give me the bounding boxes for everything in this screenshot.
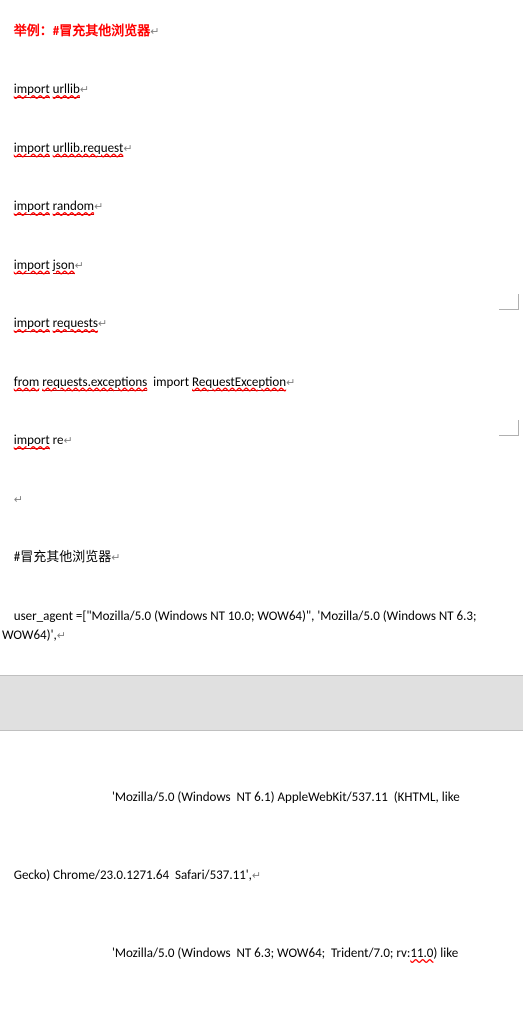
import-keyword: import [14,258,50,274]
import-keyword: import [14,141,50,157]
para-mark: ↵ [123,142,132,155]
module-name: json [53,258,75,274]
ua-text-2b: Gecko) Chrome/23.0.1271.64 Safari/537.11… [14,868,252,883]
module-name: requests [53,316,98,332]
para-mark: ↵ [94,200,103,213]
import-keyword: import [14,316,50,332]
page-corner-marker [499,420,519,436]
para-mark: ↵ [57,629,66,642]
para-mark: ↵ [64,434,73,447]
import-line-5: import requests↵ [0,295,523,354]
from-import-line: from requests.exceptions import RequestE… [0,353,523,412]
import-line-4: import json↵ [0,236,523,295]
import-line-3: import random↵ [0,178,523,237]
para-mark: ↵ [14,493,23,506]
module-name: random [53,199,94,215]
ua-text-2a: 'Mozilla/5.0 (Windows NT 6.1) AppleWebKi… [2,788,521,808]
example-title: 举例：#冒充其他浏览器↵ [0,2,523,61]
import-re-line: import re↵ [0,412,523,471]
user-agent-line-3: 'Mozilla/5.0 (Windows NT 6.3; WOW64; Tri… [0,905,523,1003]
from-keyword: from [14,375,40,391]
import-keyword: import [14,199,50,215]
user-agent-line-1: user_agent =["Mozilla/5.0 (Windows NT 10… [0,587,523,665]
para-mark: ↵ [80,83,89,96]
para-mark: ↵ [252,869,261,882]
ua-text-3a-wrap: 'Mozilla/5.0 (Windows NT 6.3; WOW64; Tri… [2,944,521,964]
page-corner-marker [499,294,519,310]
document-page-2: 'Mozilla/5.0 (Windows NT 6.1) AppleWebKi… [0,749,523,1012]
ua-text-3a-post: ) like [433,946,458,961]
ua-text-1: user_agent =["Mozilla/5.0 (Windows NT 10… [2,609,479,644]
package-name: requests.exceptions [42,375,147,391]
title-text: 举例：#冒充其他浏览器 [14,24,150,39]
import-keyword: import [14,82,50,98]
para-mark: ↵ [111,551,120,564]
para-mark: ↵ [286,376,295,389]
document-page-1: 举例：#冒充其他浏览器↵ import urllib↵ import urlli… [0,0,523,665]
para-mark: ↵ [75,259,84,272]
blank-line: ↵ [0,470,523,529]
comment-line: #冒充其他浏览器↵ [0,529,523,588]
module-name: urllib [53,82,80,98]
para-mark: ↵ [150,25,159,38]
import-line-2: import urllib.request↵ [0,119,523,178]
user-agent-line-2b: Gecko) Chrome/23.0.1271.64 Safari/537.11… [0,847,523,906]
module-name: urllib.request [53,141,124,157]
module-re: re [53,433,64,448]
exception-name: RequestException [192,375,286,391]
user-agent-line-3b: Gecko',↵ [0,1003,523,1012]
comment-text: #冒充其他浏览器 [14,550,111,565]
import-keyword-plain: import [153,375,189,390]
user-agent-line-2: 'Mozilla/5.0 (Windows NT 6.1) AppleWebKi… [0,749,523,847]
import-keyword: import [14,433,50,449]
import-line-1: import urllib↵ [0,61,523,120]
page-break [0,675,523,731]
ua-text-3a-version: 11.0 [410,946,433,961]
ua-text-3a-pre: 'Mozilla/5.0 (Windows NT 6.3; WOW64; Tri… [112,946,410,961]
para-mark: ↵ [98,317,107,330]
